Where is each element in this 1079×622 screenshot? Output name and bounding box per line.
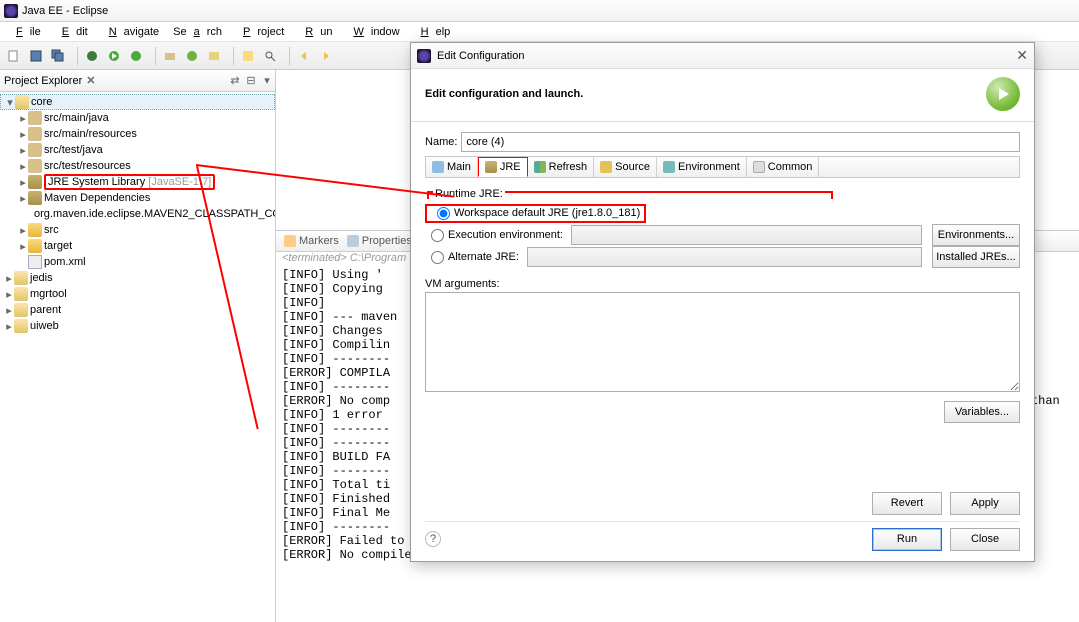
search-button[interactable] <box>260 46 280 66</box>
nav-fwd-button[interactable] <box>316 46 336 66</box>
radio-alt-jre[interactable] <box>431 251 444 264</box>
tab-common[interactable]: Common <box>747 157 820 177</box>
menu-file[interactable]: File <box>2 24 48 40</box>
dialog-subtitle: Edit configuration and launch. <box>425 88 583 100</box>
variables-button[interactable]: Variables... <box>944 401 1020 423</box>
menu-project[interactable]: Project <box>229 24 291 40</box>
view-menu-icon[interactable]: ▾ <box>260 74 274 88</box>
tab-properties[interactable]: Properties <box>347 235 412 247</box>
run-icon <box>986 77 1020 111</box>
vm-args-textarea[interactable] <box>425 292 1020 392</box>
tree-project[interactable]: ▸jedis <box>0 270 275 286</box>
tree-item[interactable]: ▸src/main/resources <box>0 126 275 142</box>
menu-navigate[interactable]: Navigate <box>95 24 166 40</box>
tree-src[interactable]: ▸src <box>0 222 275 238</box>
menu-search[interactable]: Search <box>166 24 229 40</box>
dialog-title: Edit Configuration <box>437 50 524 62</box>
tab-environment[interactable]: Environment <box>657 157 747 177</box>
run-button[interactable]: Run <box>872 528 942 551</box>
workspace-default-label: Workspace default JRE (jre1.8.0_181) <box>454 207 640 219</box>
tree-container[interactable]: org.maven.ide.eclipse.MAVEN2_CLASSPATH_C… <box>0 206 275 222</box>
new-class-button[interactable] <box>182 46 202 66</box>
exec-env-combo[interactable] <box>571 225 922 245</box>
help-icon[interactable]: ? <box>425 531 441 547</box>
toolbar-sep <box>72 46 78 66</box>
tree-pom[interactable]: pom.xml <box>0 254 275 270</box>
menu-window[interactable]: Window <box>339 24 406 40</box>
tab-source[interactable]: Source <box>594 157 657 177</box>
toolbar-sep4 <box>284 46 290 66</box>
dialog-body: Name: Main JRE Refresh Source Environmen… <box>411 122 1034 423</box>
close-button[interactable]: Close <box>950 528 1020 551</box>
tree-maven-dep[interactable]: ▸Maven Dependencies <box>0 190 275 206</box>
tree-jre-library[interactable]: ▸JRE System Library [JavaSE-1.7] <box>0 174 275 190</box>
project-explorer-header: Project Explorer ✕ ⇄ ⊟ ▾ <box>0 70 275 92</box>
menu-bar: File Edit Navigate Search Project Run Wi… <box>0 22 1079 42</box>
tree-target[interactable]: ▸target <box>0 238 275 254</box>
menu-help[interactable]: Help <box>407 24 458 40</box>
edit-config-dialog: Edit Configuration ✕ Edit configuration … <box>410 42 1035 562</box>
exec-env-label: Execution environment: <box>448 229 563 241</box>
alt-jre-label: Alternate JRE: <box>448 251 519 263</box>
project-explorer: Project Explorer ✕ ⇄ ⊟ ▾ ▾core ▸src/main… <box>0 70 276 622</box>
project-explorer-title: Project Explorer <box>4 75 82 87</box>
toolbar-sep2 <box>150 46 156 66</box>
revert-button[interactable]: Revert <box>872 492 942 515</box>
tree-item[interactable]: ▸src/test/java <box>0 142 275 158</box>
run-last-button[interactable] <box>126 46 146 66</box>
runtime-jre-group: Runtime JRE: Workspace default JRE (jre1… <box>425 186 1020 268</box>
installed-jres-button[interactable]: Installed JREs... <box>932 246 1020 268</box>
eclipse-icon <box>417 49 431 63</box>
run-button[interactable] <box>104 46 124 66</box>
new-server-button[interactable] <box>204 46 224 66</box>
tree-item[interactable]: ▸src/test/resources <box>0 158 275 174</box>
runtime-jre-label <box>425 186 1020 198</box>
tree-project[interactable]: ▸mgrtool <box>0 286 275 302</box>
nav-back-button[interactable] <box>294 46 314 66</box>
view-active-mark: ✕ <box>86 74 95 87</box>
new-button[interactable] <box>4 46 24 66</box>
save-all-button[interactable] <box>48 46 68 66</box>
tree-project-core[interactable]: ▾core <box>0 94 275 110</box>
tab-main[interactable]: Main <box>426 157 478 177</box>
title-bar: Java EE - Eclipse <box>0 0 1079 22</box>
apply-button[interactable]: Apply <box>950 492 1020 515</box>
name-input[interactable] <box>461 132 1020 152</box>
link-editor-icon[interactable]: ⇄ <box>228 74 242 88</box>
toolbar-sep3 <box>228 46 234 66</box>
debug-button[interactable] <box>82 46 102 66</box>
tab-markers[interactable]: Markers <box>284 235 339 247</box>
tab-refresh[interactable]: Refresh <box>528 157 595 177</box>
dialog-footer: Revert Apply Run Close ? <box>411 478 1034 561</box>
save-button[interactable] <box>26 46 46 66</box>
config-tabs: Main JRE Refresh Source Environment Comm… <box>425 156 1020 178</box>
radio-workspace-default[interactable] <box>437 207 450 220</box>
close-icon[interactable]: ✕ <box>1016 47 1028 64</box>
menu-run[interactable]: Run <box>291 24 339 40</box>
menu-edit[interactable]: Edit <box>48 24 95 40</box>
dialog-title-bar[interactable]: Edit Configuration ✕ <box>411 43 1034 69</box>
project-tree[interactable]: ▾core ▸src/main/java ▸src/main/resources… <box>0 92 275 336</box>
new-package-button[interactable] <box>160 46 180 66</box>
open-type-button[interactable] <box>238 46 258 66</box>
dialog-header: Edit configuration and launch. <box>411 69 1034 122</box>
tree-item[interactable]: ▸src/main/java <box>0 110 275 126</box>
tab-jre[interactable]: JRE <box>478 157 528 177</box>
name-label: Name: <box>425 136 457 148</box>
environments-button[interactable]: Environments... <box>932 224 1020 246</box>
eclipse-icon <box>4 4 18 18</box>
alt-jre-combo[interactable] <box>527 247 922 267</box>
radio-exec-env[interactable] <box>431 229 444 242</box>
window-title: Java EE - Eclipse <box>22 5 108 17</box>
vm-args-label: VM arguments: <box>425 278 1020 290</box>
tree-project[interactable]: ▸parent <box>0 302 275 318</box>
collapse-all-icon[interactable]: ⊟ <box>244 74 258 88</box>
